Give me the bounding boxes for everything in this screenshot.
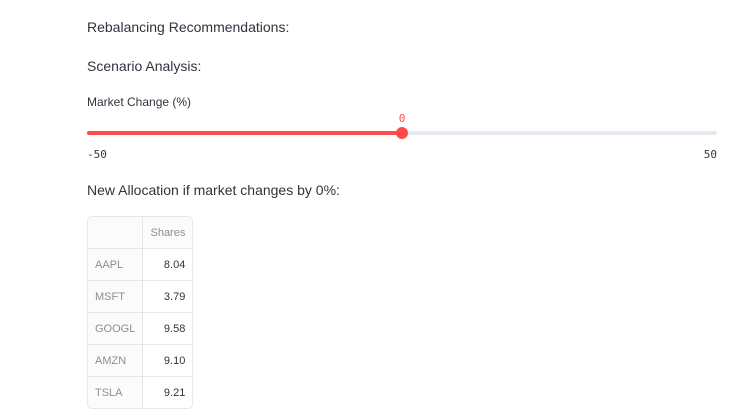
row-index-ticker: TSLA: [88, 376, 144, 408]
table-row: TSLA 9.21: [88, 376, 192, 409]
table-index-header: [88, 217, 144, 249]
row-index-ticker: AMZN: [88, 344, 144, 377]
row-index-ticker: AAPL: [88, 248, 144, 281]
scenario-analysis-heading: Scenario Analysis:: [87, 58, 202, 74]
allocation-table[interactable]: Shares AAPL 8.04 MSFT 3.79 GOOGL 9.58 AMZN 9.10…: [87, 216, 194, 409]
market-change-slider-label: Market Change (%): [87, 95, 192, 109]
shares-cell[interactable]: 3.79: [142, 280, 193, 313]
shares-cell[interactable]: 9.21: [143, 377, 192, 409]
slider-thumb[interactable]: [396, 127, 408, 139]
row-index-ticker: GOOGL: [88, 312, 144, 345]
shares-cell[interactable]: 9.10: [142, 344, 193, 377]
new-allocation-heading: New Allocation if market changes by 0%:: [87, 182, 340, 198]
table-row: GOOGL 9.58: [88, 312, 193, 345]
market-change-slider[interactable]: 0 -50 50: [87, 112, 717, 162]
table-row: AMZN 9.10: [88, 344, 193, 377]
slider-current-value: 0: [398, 112, 406, 125]
slider-track-fill: [87, 131, 402, 135]
table-header-row: Shares: [88, 217, 193, 249]
row-index-ticker: MSFT: [88, 280, 144, 313]
slider-max-label: 50: [703, 148, 717, 161]
shares-cell[interactable]: 8.04: [142, 248, 193, 281]
table-row: AAPL 8.04: [88, 248, 193, 281]
rebalancing-heading: Rebalancing Recommendations:: [87, 19, 290, 35]
shares-cell[interactable]: 9.58: [142, 312, 193, 345]
table-row: MSFT 3.79: [88, 280, 193, 313]
shares-column-header[interactable]: Shares: [142, 217, 193, 249]
slider-min-label: -50: [87, 148, 107, 161]
